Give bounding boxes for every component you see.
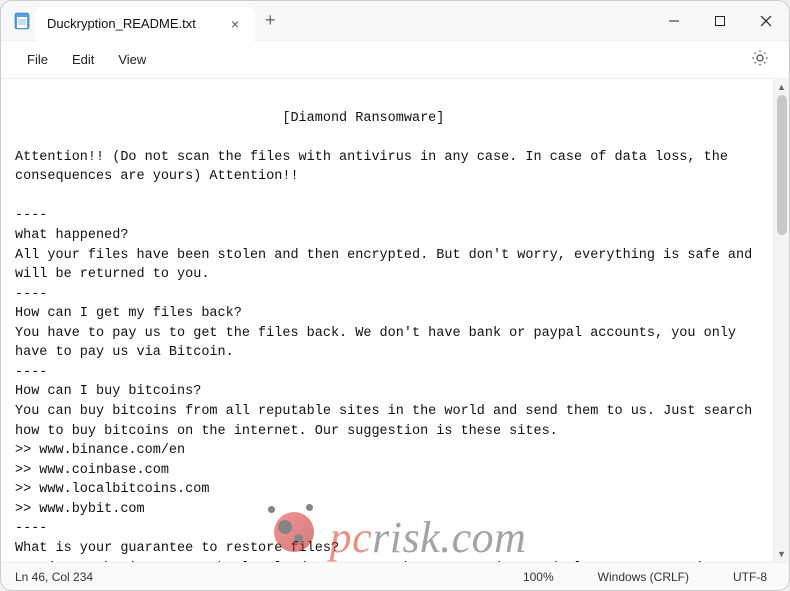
window-controls xyxy=(651,1,789,41)
document-line: >> www.binance.com/en xyxy=(15,443,185,458)
scroll-track[interactable] xyxy=(774,95,789,546)
status-line-ending[interactable]: Windows (CRLF) xyxy=(576,570,711,584)
status-bar: Ln 46, Col 234 100% Windows (CRLF) UTF-8 xyxy=(1,562,789,590)
scroll-thumb[interactable] xyxy=(777,95,787,235)
menu-view[interactable]: View xyxy=(106,46,158,73)
notepad-window: Duckryption_README.txt × + File Edit Vie… xyxy=(0,0,790,591)
document-header: [Diamond Ransomware] xyxy=(15,111,444,126)
document-line: ---- xyxy=(15,287,47,302)
notepad-icon xyxy=(13,12,31,30)
menu-file[interactable]: File xyxy=(15,46,60,73)
text-editor[interactable]: [Diamond Ransomware] Attention!! (Do not… xyxy=(1,79,773,562)
tab-active[interactable]: Duckryption_README.txt × xyxy=(35,7,255,41)
document-line: How can I get my files back? xyxy=(15,306,242,321)
document-line: >> www.coinbase.com xyxy=(15,463,169,478)
title-bar: Duckryption_README.txt × + xyxy=(1,1,789,41)
document-line: >> www.localbitcoins.com xyxy=(15,482,209,497)
document-line: >> www.bybit.com xyxy=(15,502,145,517)
menu-bar: File Edit View xyxy=(1,41,789,79)
menu-edit[interactable]: Edit xyxy=(60,46,106,73)
document-line: ---- xyxy=(15,365,47,380)
tab-title: Duckryption_README.txt xyxy=(47,16,196,31)
document-line: ---- xyxy=(15,208,47,223)
vertical-scrollbar[interactable]: ▲ ▼ xyxy=(773,79,789,562)
document-line: You can buy bitcoins from all reputable … xyxy=(15,404,760,439)
tab-close-button[interactable]: × xyxy=(227,16,243,32)
close-button[interactable] xyxy=(743,1,789,41)
scroll-down-arrow-icon[interactable]: ▼ xyxy=(774,546,789,562)
document-line: How can I buy bitcoins? xyxy=(15,384,201,399)
gear-icon xyxy=(751,55,769,70)
content-area: [Diamond Ransomware] Attention!! (Do not… xyxy=(1,79,789,562)
document-line: ---- xyxy=(15,521,47,536)
status-cursor-position: Ln 46, Col 234 xyxy=(1,570,93,584)
document-line: Its just a business. We absolutely do no… xyxy=(15,561,760,563)
document-line: What is your guarantee to restore files? xyxy=(15,541,339,556)
document-line: Attention!! (Do not scan the files with … xyxy=(15,150,736,185)
document-line: what happened? xyxy=(15,228,128,243)
minimize-button[interactable] xyxy=(651,1,697,41)
status-zoom[interactable]: 100% xyxy=(501,570,576,584)
status-encoding[interactable]: UTF-8 xyxy=(711,570,789,584)
document-line: You have to pay us to get the files back… xyxy=(15,326,744,361)
scroll-up-arrow-icon[interactable]: ▲ xyxy=(774,79,789,95)
new-tab-button[interactable]: + xyxy=(255,10,286,31)
maximize-button[interactable] xyxy=(697,1,743,41)
document-line: All your files have been stolen and then… xyxy=(15,248,760,283)
settings-button[interactable] xyxy=(745,43,775,76)
